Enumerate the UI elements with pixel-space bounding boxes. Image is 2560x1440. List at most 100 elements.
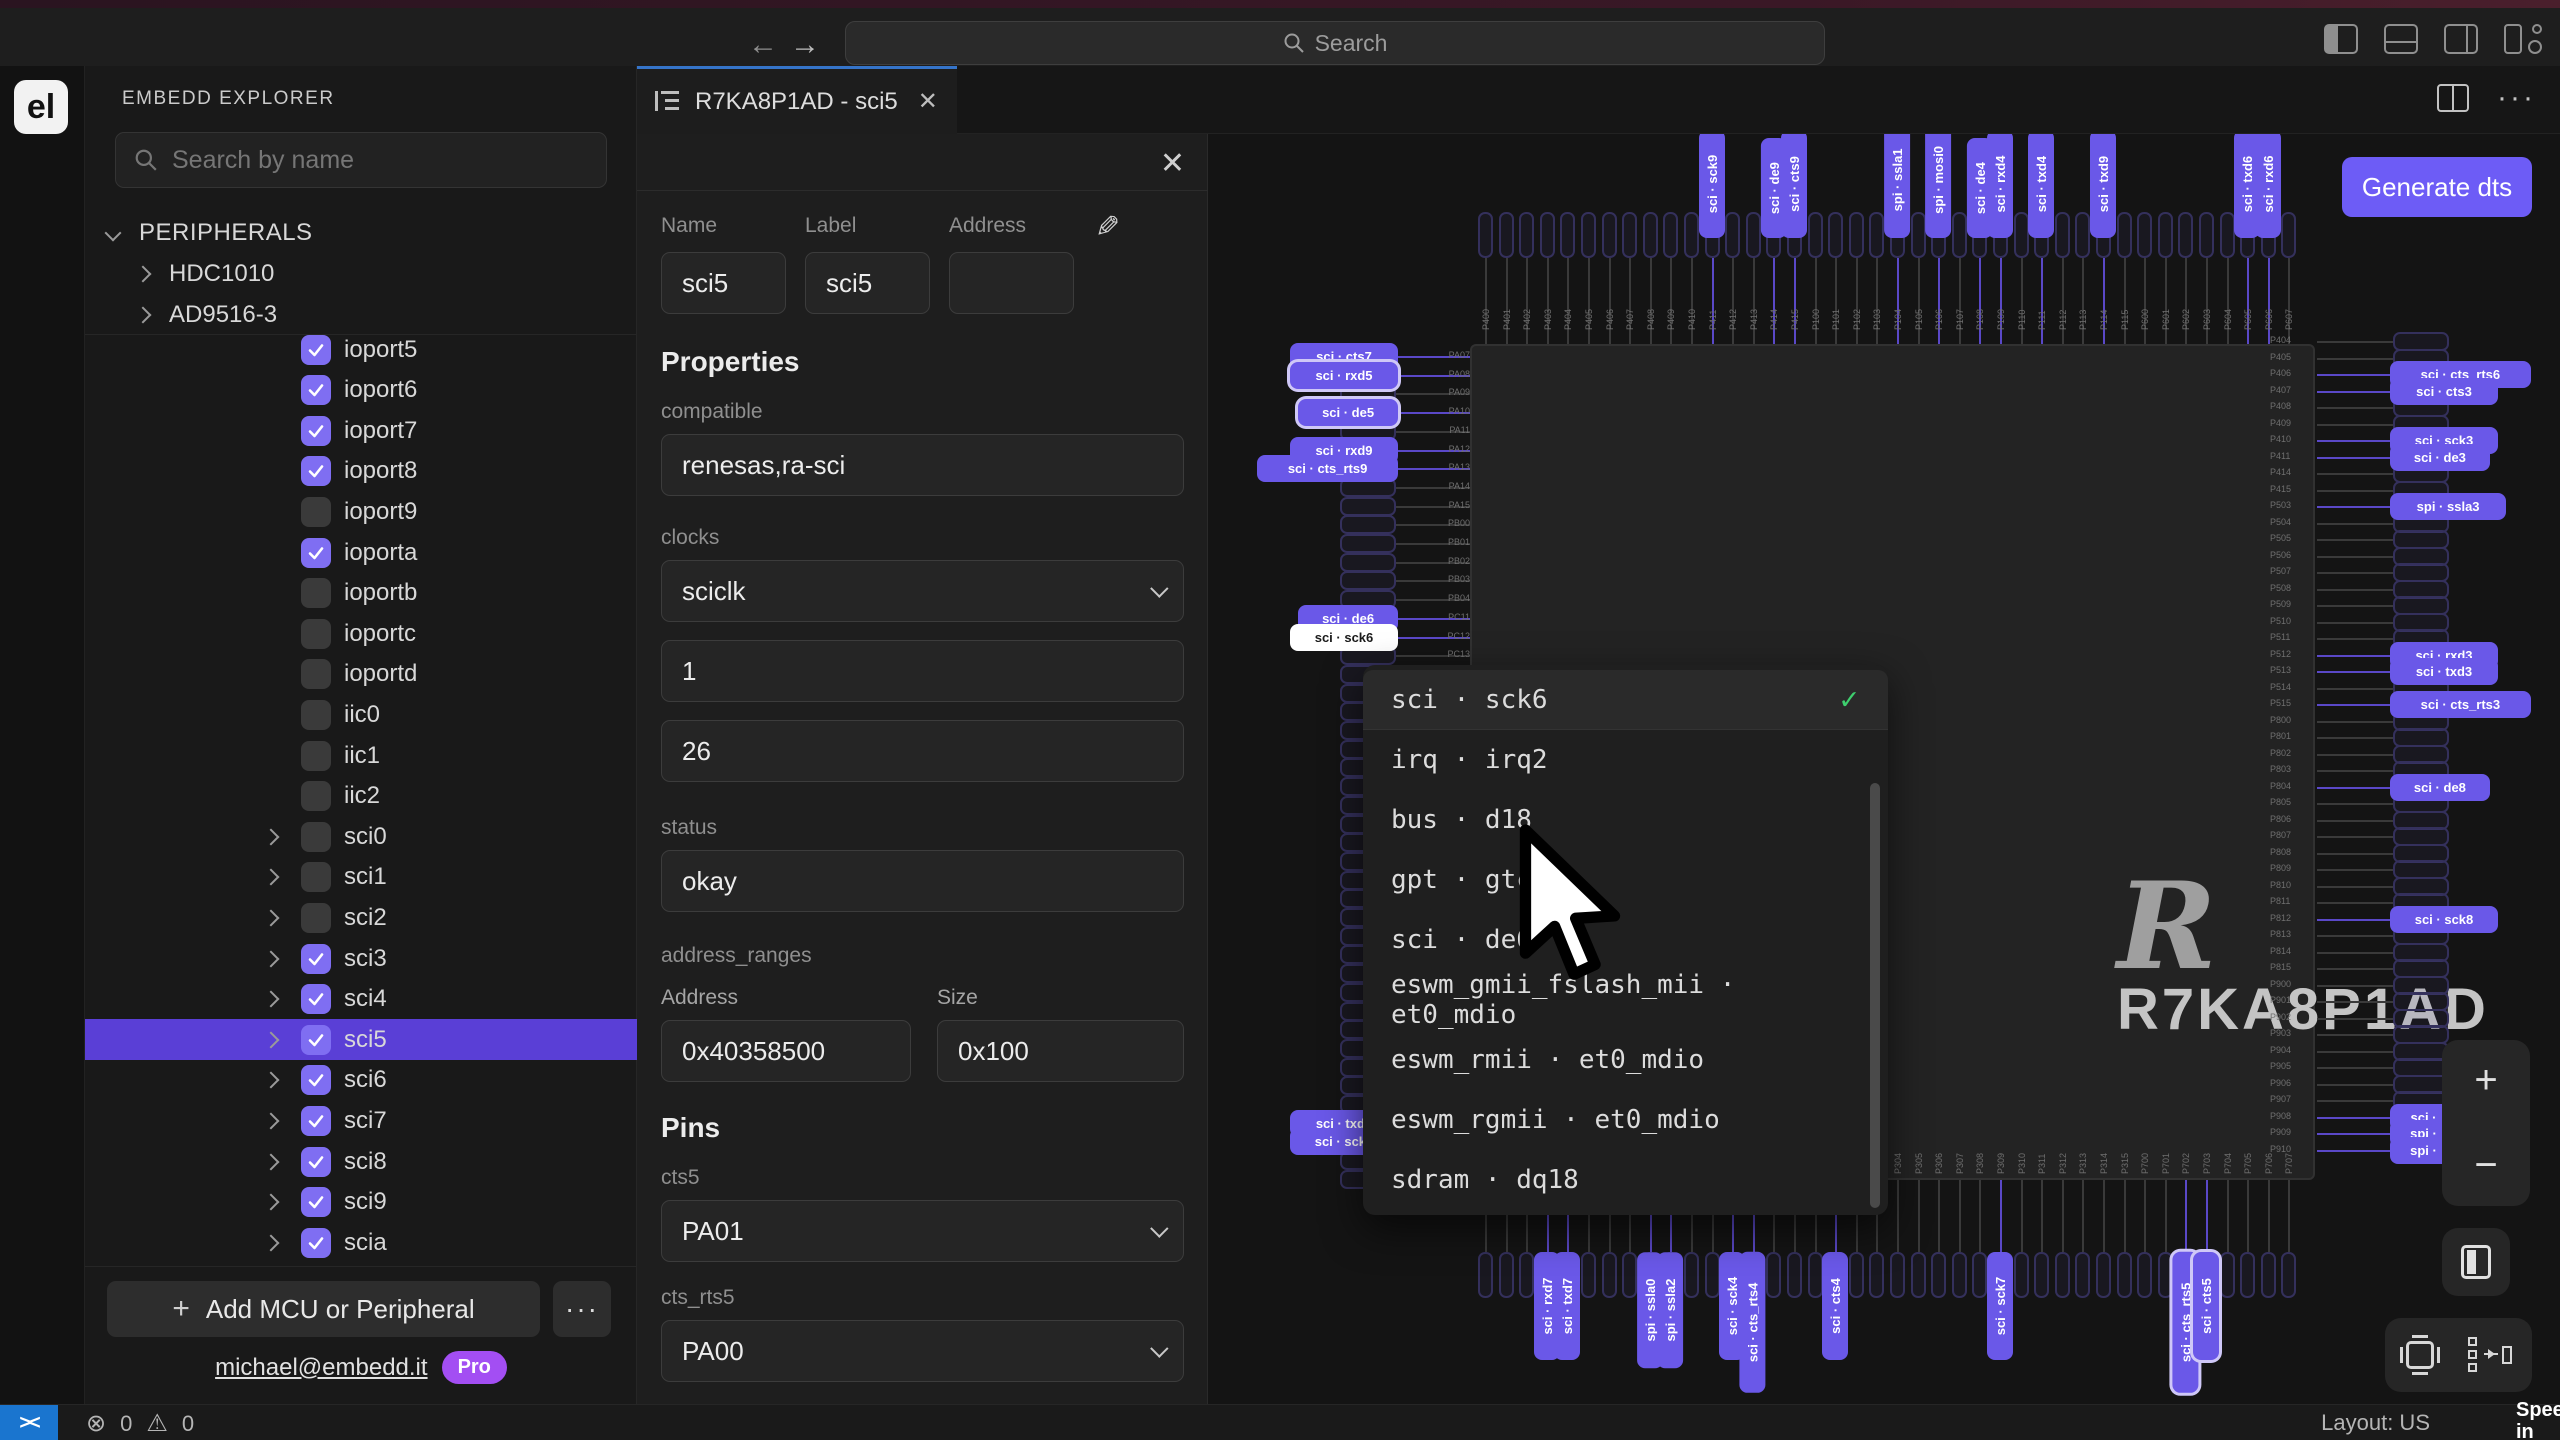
pin-stub-P704[interactable] — [2220, 1252, 2235, 1298]
sidebar-item-iic1[interactable]: iic1 — [85, 735, 637, 776]
toggle-side-panel-button[interactable] — [2442, 1228, 2510, 1296]
tree-item-hdc1010[interactable]: HDC1010 — [85, 253, 637, 294]
add-mcu-button[interactable]: + Add MCU or Peripheral — [107, 1281, 540, 1337]
pin-stub-P310[interactable] — [2014, 1252, 2029, 1298]
pin-stub-P107[interactable] — [1952, 212, 1967, 258]
sidebar-item-sci8[interactable]: sci8 — [85, 1141, 637, 1182]
dropdown-item-sdram-dq18[interactable]: sdram · dq18 — [1363, 1150, 1888, 1210]
pin-tag-sci-sck6[interactable]: sci · sck6 — [1290, 624, 1398, 651]
pin-stub-P115[interactable] — [2117, 212, 2132, 258]
cts5-select[interactable]: PA01 — [661, 1200, 1184, 1262]
pin-tag-sci-cts5[interactable]: sci · cts5 — [2193, 1252, 2219, 1360]
pin-stub-P701[interactable] — [2158, 1252, 2173, 1298]
dropdown-item-eswm-rmii-et0-mdio[interactable]: eswm_rmii · et0_mdio — [1363, 1030, 1888, 1090]
account-email-link[interactable]: michael@embedd.it — [215, 1354, 427, 1382]
pin-stub-P306[interactable] — [1931, 1252, 1946, 1298]
toggle-right-panel-icon[interactable] — [2444, 24, 2478, 54]
clocks-select[interactable]: sciclk — [661, 560, 1184, 622]
pin-stub-P313[interactable] — [2075, 1252, 2090, 1298]
customize-layout-icon[interactable] — [2504, 24, 2542, 54]
checkbox-ioport6[interactable] — [301, 375, 331, 405]
pin-tag-sci-txd7[interactable]: sci · txd7 — [1554, 1252, 1580, 1360]
chip-view-icon[interactable] — [2406, 1341, 2434, 1369]
pin-stub-P100[interactable] — [1808, 212, 1823, 258]
sidebar-item-scia[interactable]: scia — [85, 1222, 637, 1263]
checkbox-iic2[interactable] — [301, 781, 331, 811]
pin-stub-P413[interactable] — [1746, 212, 1761, 258]
generate-dts-button[interactable]: Generate dts — [2342, 157, 2532, 217]
sidebar-item-ioportb[interactable]: ioportb — [85, 573, 637, 614]
pin-stub-P101[interactable] — [1828, 212, 1843, 258]
checkbox-sci8[interactable] — [301, 1147, 331, 1177]
pin-stub-P706[interactable] — [2261, 1252, 2276, 1298]
checkbox-ioport7[interactable] — [301, 416, 331, 446]
sidebar-item-ioport6[interactable]: ioport6 — [85, 370, 637, 411]
toggle-left-panel-icon[interactable] — [2324, 24, 2358, 54]
range-size-input[interactable]: 0x100 — [937, 1020, 1184, 1082]
pin-stub-P603[interactable] — [2199, 212, 2214, 258]
pin-tag-sci-rxd4[interactable]: sci · rxd4 — [1987, 134, 2013, 238]
clock-cells-input[interactable]: 1 — [661, 640, 1184, 702]
pin-stub-P412[interactable] — [1725, 212, 1740, 258]
dropdown-scrollbar[interactable] — [1870, 783, 1880, 1208]
pin-stub-P403[interactable] — [1540, 212, 1555, 258]
dropdown-item-irq-irq2[interactable]: irq · irq2 — [1363, 730, 1888, 790]
tree-item-peripherals[interactable]: PERIPHERALS — [85, 212, 637, 253]
nav-forward-icon[interactable]: → — [790, 28, 820, 62]
sidebar-item-iic2[interactable]: iic2 — [85, 776, 637, 817]
pin-stub-P401[interactable] — [1499, 212, 1514, 258]
tree-item-ad9516-3[interactable]: AD9516-3 — [85, 294, 637, 335]
pin-stub-P215[interactable] — [1787, 1252, 1802, 1298]
keyboard-layout-indicator[interactable]: Layout: US — [2321, 1410, 2430, 1436]
checkbox-sci6[interactable] — [301, 1065, 331, 1095]
pin-stub-PA15[interactable] — [1340, 497, 1396, 516]
sidebar-item-ioport9[interactable]: ioport9 — [85, 491, 637, 532]
pin-stub-P302[interactable] — [1849, 1252, 1864, 1298]
pin-tag-sci-cts4[interactable]: sci · cts4 — [1822, 1252, 1848, 1360]
sidebar-item-ioport8[interactable]: ioport8 — [85, 451, 637, 492]
status-input[interactable]: okay — [661, 850, 1184, 912]
pin-stub-P400[interactable] — [1478, 212, 1493, 258]
pin-stub-P315[interactable] — [2117, 1252, 2132, 1298]
pin-stub-P307[interactable] — [1952, 1252, 1967, 1298]
sidebar-item-sci2[interactable]: sci2 — [85, 897, 637, 938]
pin-stub-P300[interactable] — [1808, 1252, 1823, 1298]
problems-indicator[interactable]: ⊗ 0 ⚠ 0 — [86, 1409, 194, 1438]
pin-tag-sci-cts-rts9[interactable]: sci · cts_rts9 — [1257, 455, 1398, 482]
cts-rts5-select[interactable]: PA00 — [661, 1320, 1184, 1382]
checkbox-ioporta[interactable] — [301, 538, 331, 568]
sidebar-item-sci6[interactable]: sci6 — [85, 1060, 637, 1101]
pin-stub-P103[interactable] — [1869, 212, 1884, 258]
pin-tag-sci-cts-rts4[interactable]: sci · cts_rts4 — [1740, 1252, 1766, 1393]
tree-view-icon[interactable] — [2468, 1337, 2512, 1373]
embedd-logo[interactable]: el — [14, 80, 68, 134]
pin-stub-P405[interactable] — [1581, 212, 1596, 258]
pin-stub-P604[interactable] — [2220, 212, 2235, 258]
checkbox-ioportd[interactable] — [301, 659, 331, 689]
checkbox-iic1[interactable] — [301, 741, 331, 771]
pin-stub-P404[interactable] — [1560, 212, 1575, 258]
pin-stub-P314[interactable] — [2096, 1252, 2111, 1298]
checkbox-sci1[interactable] — [301, 862, 331, 892]
pin-stub-P406[interactable] — [1602, 212, 1617, 258]
label-input[interactable]: sci5 — [805, 252, 930, 314]
zoom-out-button[interactable]: − — [2474, 1143, 2497, 1188]
checkbox-ioport9[interactable] — [301, 497, 331, 527]
pin-stub-P205[interactable] — [1581, 1252, 1596, 1298]
checkbox-sci0[interactable] — [301, 822, 331, 852]
pin-stub-PB02[interactable] — [1340, 553, 1396, 572]
dropdown-item-eswm-rgmii-et0-mdio[interactable]: eswm_rgmii · et0_mdio — [1363, 1090, 1888, 1150]
sidebar-item-sci5[interactable]: sci5 — [85, 1019, 637, 1060]
checkbox-ioport5[interactable] — [301, 335, 331, 365]
editor-more-icon[interactable]: ··· — [2497, 93, 2536, 103]
toggle-bottom-panel-icon[interactable] — [2384, 24, 2418, 54]
pin-stub-PB03[interactable] — [1340, 571, 1396, 590]
pin-stub-P410[interactable] — [1684, 212, 1699, 258]
sidebar-item-ioporta[interactable]: ioporta — [85, 532, 637, 573]
global-search-input[interactable]: Search — [845, 21, 1825, 65]
checkbox-sci5[interactable] — [301, 1025, 331, 1055]
sidebar-item-sci7[interactable]: sci7 — [85, 1100, 637, 1141]
edit-pencil-icon[interactable]: ✎ — [1095, 210, 1120, 245]
pin-stub-P402[interactable] — [1519, 212, 1534, 258]
pin-stub-P102[interactable] — [1849, 212, 1864, 258]
